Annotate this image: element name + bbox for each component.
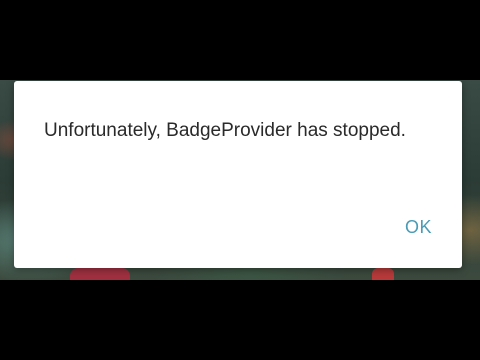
screen: Unfortunately, BadgeProvider has stopped…: [0, 0, 480, 360]
error-dialog: Unfortunately, BadgeProvider has stopped…: [14, 81, 462, 268]
ok-button[interactable]: OK: [403, 213, 434, 242]
error-message: Unfortunately, BadgeProvider has stopped…: [44, 120, 406, 141]
bottom-letterbox: [0, 280, 480, 360]
